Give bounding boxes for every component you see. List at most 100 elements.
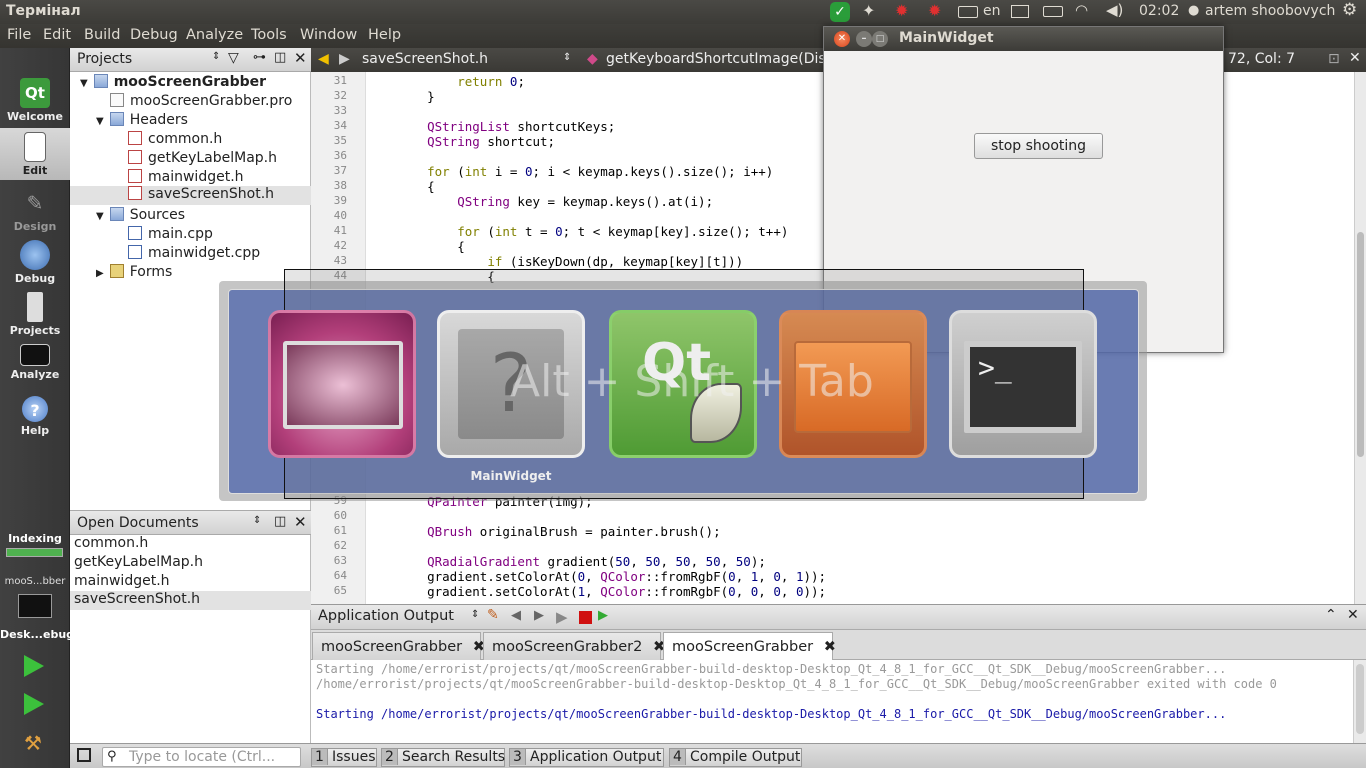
debug-run-icon[interactable] [24, 693, 44, 715]
mail-icon[interactable] [1011, 5, 1029, 18]
volume-icon[interactable]: ◀) [1106, 1, 1123, 19]
pane-search-results[interactable]: 2 Search Results [381, 748, 505, 767]
mode-edit[interactable]: Edit [0, 128, 70, 180]
build-hammer-icon[interactable]: ⚒ [24, 731, 42, 755]
update-check-icon[interactable]: ✓ [830, 2, 850, 22]
output-tab[interactable]: mooScreenGrabber2 ✖ [483, 632, 665, 660]
tree-item-project[interactable]: ▼ mooScreenGrabber [80, 74, 266, 93]
menu-tools[interactable]: Tools [251, 27, 287, 43]
locator-input[interactable]: ⚲ Type to locate (Ctrl... [102, 747, 301, 767]
tree-item-pro[interactable]: mooScreenGrabber.pro [110, 93, 292, 112]
open-doc-item-active[interactable]: saveScreenShot.h [70, 591, 311, 610]
window-maximize-icon[interactable]: □ [872, 31, 888, 47]
menu-file[interactable]: File [7, 27, 31, 43]
split-icon[interactable]: ◫ [274, 514, 286, 529]
stop-icon[interactable] [579, 611, 592, 624]
file-selector[interactable]: saveScreenShot.h [362, 51, 488, 67]
expand-icon[interactable]: ▼ [80, 78, 88, 89]
previous-item-icon[interactable]: ◀ [511, 608, 521, 623]
mode-design[interactable]: ✎ Design [0, 184, 70, 236]
wifi-icon[interactable]: ◠ [1075, 1, 1088, 19]
bug2-icon[interactable]: ✹ [928, 1, 941, 20]
tree-item-headers[interactable]: ▼ Headers [96, 112, 188, 131]
code-line: QStringList shortcutKeys; [427, 119, 616, 134]
chevron-updown-icon[interactable]: ⇕ [563, 52, 571, 63]
output-tab-active[interactable]: mooScreenGrabber ✖ [663, 632, 836, 661]
back-arrow-icon[interactable]: ◀ [318, 51, 329, 67]
close-editor-icon[interactable]: ✕ [1349, 50, 1361, 66]
window-close-icon[interactable]: ✕ [834, 31, 850, 47]
tree-item-common-h[interactable]: common.h [128, 131, 222, 150]
collapse-icon[interactable]: ▶ [96, 268, 104, 279]
pane-compile-output[interactable]: 4 Compile Output [669, 748, 802, 767]
tab-close-icon[interactable]: ✖ [824, 639, 836, 655]
chevron-updown-icon[interactable]: ⇕ [253, 515, 261, 526]
pane-issues[interactable]: 1 Issues [311, 748, 377, 767]
code-line: for (int t = 0; t < keymap[key].size(); … [457, 224, 789, 239]
mode-analyze[interactable]: Analyze [0, 340, 70, 392]
maximize-pane-icon[interactable]: ⌃ [1325, 607, 1337, 623]
output-log[interactable]: Starting /home/errorist/projects/qt/mooS… [311, 660, 1353, 743]
output-tab[interactable]: mooScreenGrabber ✖ [312, 632, 485, 660]
mode-projects[interactable]: Projects [0, 288, 70, 340]
menu-analyze[interactable]: Analyze [186, 27, 243, 43]
header-file-icon [128, 169, 142, 183]
clear-output-icon[interactable]: ✎ [487, 607, 499, 623]
next-item-icon[interactable]: ▶ [534, 608, 544, 623]
tree-item-sources[interactable]: ▼ Sources [96, 207, 185, 226]
open-doc-item[interactable]: common.h [74, 535, 148, 554]
filter-icon[interactable]: ▽ [228, 50, 239, 66]
toggle-sidebar-icon[interactable] [77, 748, 91, 762]
keyboard-layout[interactable]: en [983, 3, 1001, 19]
expand-icon[interactable]: ▼ [96, 116, 104, 127]
tree-item-getkeylabelmap-h[interactable]: getKeyLabelMap.h [128, 150, 277, 169]
close-icon[interactable]: ✕ [294, 49, 307, 67]
window-minimize-icon[interactable]: – [856, 31, 872, 47]
pane-application-output[interactable]: 3 Application Output [509, 748, 664, 767]
chevron-updown-icon[interactable]: ⇕ [212, 51, 220, 62]
tree-item-savescreenshot-h[interactable]: saveScreenShot.h [70, 186, 311, 205]
close-pane-icon[interactable]: ✕ [1347, 607, 1359, 623]
mode-welcome[interactable]: Qt Welcome [0, 74, 70, 126]
menu-help[interactable]: Help [368, 27, 401, 43]
user-name[interactable]: artem shoobovych [1205, 3, 1335, 19]
link-icon[interactable]: ⊶ [253, 50, 266, 65]
clock[interactable]: 02:02 [1139, 3, 1179, 19]
terminal-app-icon[interactable]: >_ [949, 310, 1097, 458]
rerun-icon[interactable]: ▶ [556, 608, 568, 626]
dropbox-icon[interactable]: ✦ [862, 1, 875, 20]
chevron-updown-icon[interactable]: ⇕ [471, 609, 479, 620]
output-scroll-thumb[interactable] [1356, 664, 1364, 734]
forward-arrow-icon[interactable]: ▶ [339, 51, 350, 67]
open-doc-item[interactable]: getKeyLabelMap.h [74, 554, 203, 573]
terminal-preview-icon[interactable] [268, 310, 416, 458]
expand-icon[interactable]: ▼ [96, 211, 104, 222]
menu-debug[interactable]: Debug [130, 27, 178, 43]
tree-item-forms[interactable]: ▶ Forms [96, 264, 172, 283]
editor-scrollbar[interactable] [1354, 72, 1366, 604]
symbol-selector[interactable]: getKeyboardShortcutImage(Disp [606, 51, 835, 67]
open-doc-item[interactable]: mainwidget.h [74, 573, 170, 592]
battery-icon[interactable] [1043, 6, 1063, 17]
run-icon[interactable] [24, 655, 44, 677]
editor-scroll-thumb[interactable] [1357, 232, 1364, 457]
menu-edit[interactable]: Edit [43, 27, 71, 43]
tree-item-mainwidget-cpp[interactable]: mainwidget.cpp [128, 245, 260, 264]
code-line: if (isKeyDown(dp, keymap[key][t])) [487, 254, 744, 269]
keyboard-icon[interactable] [958, 6, 978, 18]
split-icon[interactable]: ◫ [274, 50, 286, 65]
gear-icon[interactable]: ⚙ [1342, 0, 1357, 20]
tree-item-main-cpp[interactable]: main.cpp [128, 226, 213, 245]
close-icon[interactable]: ✕ [294, 513, 307, 531]
attach-debugger-icon[interactable]: ▶ [598, 608, 608, 623]
mode-help[interactable]: ? Help [0, 392, 70, 444]
bug-icon[interactable]: ✹ [895, 1, 908, 20]
target-monitor-icon[interactable] [18, 594, 52, 618]
project-icon [93, 74, 108, 88]
output-scrollbar[interactable] [1353, 660, 1366, 743]
menu-window[interactable]: Window [300, 27, 357, 43]
mainwidget-titlebar[interactable]: ✕ – □ MainWidget [824, 27, 1223, 51]
stop-shooting-button[interactable]: stop shooting [974, 133, 1103, 159]
menu-build[interactable]: Build [84, 27, 120, 43]
mode-debug[interactable]: Debug [0, 236, 70, 288]
